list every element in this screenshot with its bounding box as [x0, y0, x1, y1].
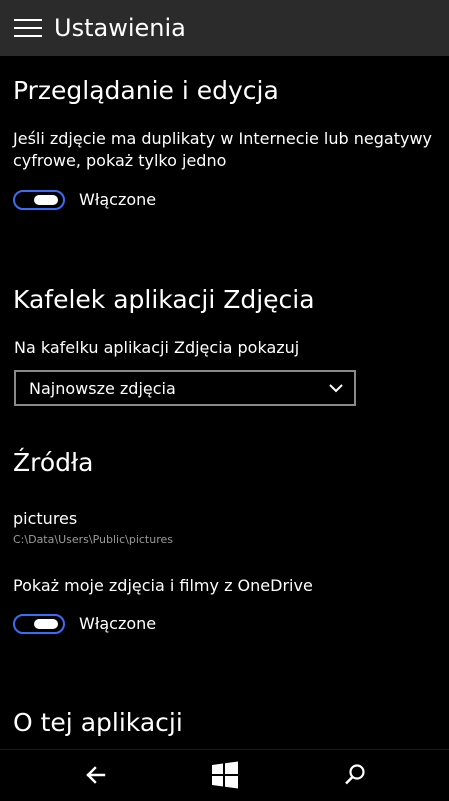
title-bar: Ustawienia [0, 0, 449, 56]
duplicates-toggle-label: Włączone [79, 190, 157, 209]
navigation-bar [0, 749, 449, 801]
source-folder-name[interactable]: pictures [13, 508, 77, 530]
section-heading-tile: Kafelek aplikacji Zdjęcia [13, 285, 315, 314]
onedrive-toggle-label: Włączone [79, 614, 157, 633]
windows-logo-icon[interactable] [205, 760, 245, 790]
duplicates-toggle[interactable] [13, 190, 65, 210]
section-heading-sources: Źródła [13, 448, 94, 477]
page-title: Ustawienia [54, 14, 186, 42]
tile-content-dropdown[interactable]: Najnowsze zdjęcia [14, 370, 356, 406]
onedrive-description: Pokaż moje zdjęcia i filmy z OneDrive [13, 576, 313, 595]
onedrive-toggle[interactable] [13, 614, 65, 634]
hamburger-menu-icon[interactable] [14, 19, 42, 37]
tile-dropdown-label: Na kafelku aplikacji Zdjęcia pokazuj [14, 338, 300, 357]
search-icon[interactable] [335, 760, 375, 790]
toggle-knob [34, 619, 58, 629]
chevron-down-icon [329, 384, 343, 393]
section-heading-browsing: Przeglądanie i edycja [13, 76, 279, 105]
back-arrow-icon[interactable] [76, 760, 116, 790]
section-heading-about[interactable]: O tej aplikacji [13, 707, 183, 739]
duplicates-description: Jeśli zdjęcie ma duplikaty w Internecie … [13, 129, 432, 170]
dropdown-selected-value: Najnowsze zdjęcia [29, 379, 176, 398]
source-folder-path: C:\Data\Users\Public\pictures [13, 533, 173, 546]
toggle-knob [34, 195, 58, 205]
